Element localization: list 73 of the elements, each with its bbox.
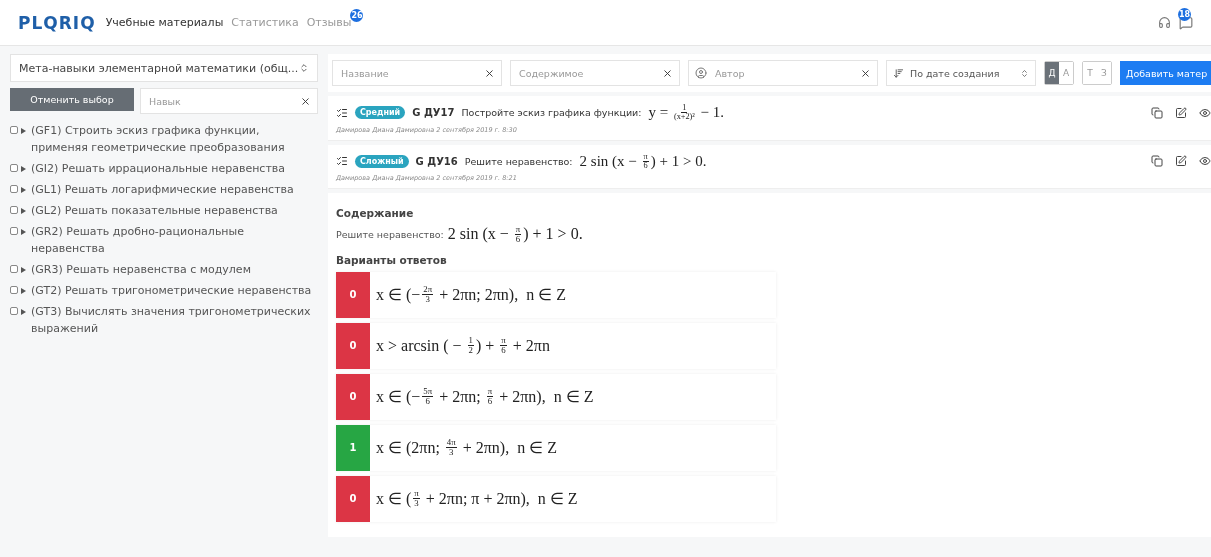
eye-icon[interactable] — [1199, 155, 1211, 168]
count-badge: 18 — [1178, 7, 1191, 21]
clear-selection-button[interactable]: Отменить выбор — [10, 88, 134, 111]
sort-icon — [893, 67, 904, 79]
toggle-button[interactable]: Д — [1045, 62, 1059, 84]
difficulty-badge: Сложный — [355, 154, 409, 168]
clear-icon[interactable] — [662, 67, 673, 79]
logo[interactable]: PLQRIQ — [18, 12, 96, 33]
add-material-button[interactable]: Добавить матер — [1120, 61, 1211, 85]
clear-icon[interactable] — [860, 67, 871, 79]
author-filter-box[interactable]: Автор — [688, 60, 878, 86]
skill-label[interactable]: (GR3) Решать неравенства с модулем — [31, 261, 251, 278]
skill-label[interactable]: (GI2) Решать иррациональные неравенства — [31, 160, 286, 177]
edit-icon[interactable] — [1175, 106, 1187, 119]
content-filter-field[interactable]: Содержимое — [517, 66, 656, 80]
skill-label[interactable]: (GL2) Решать показательные неравенства — [31, 202, 278, 219]
edit-icon[interactable] — [1175, 155, 1187, 168]
skill-label[interactable]: (GF1) Строить эскиз графика функции, применяя геометрические преобразования — [31, 122, 318, 156]
expand-arrow-icon[interactable] — [21, 208, 26, 214]
skill-label[interactable]: (GL1) Решать логарифмические неравенства — [31, 181, 294, 198]
difficulty-badge: Средний — [355, 106, 406, 120]
name-filter-box[interactable]: Название — [332, 60, 502, 86]
checkbox[interactable] — [10, 185, 18, 193]
user-icon — [695, 67, 707, 79]
score-badge: 0 — [336, 475, 370, 522]
checkbox[interactable] — [10, 307, 18, 315]
course-select[interactable]: Мета-навыки элементарной математики (общ... — [10, 54, 318, 82]
skill-search-box[interactable]: Навык — [140, 88, 318, 114]
checkbox[interactable] — [10, 206, 18, 214]
chat-icon[interactable] — [1179, 15, 1193, 30]
checkbox[interactable] — [10, 126, 18, 134]
skill-label[interactable]: (GT2) Решать тригонометрические неравенства — [31, 282, 312, 299]
copy-icon[interactable] — [1151, 106, 1163, 119]
skill-label[interactable]: (GT3) Вычислять значения тригонометрических выражений — [31, 303, 318, 337]
expand-arrow-icon[interactable] — [21, 166, 26, 172]
headset-icon[interactable] — [1158, 16, 1171, 29]
task-code: G ДУ17 — [412, 107, 455, 119]
sort-select[interactable]: По дате создания — [886, 60, 1036, 86]
task-code: G ДУ16 — [415, 155, 458, 167]
expand-arrow-icon[interactable] — [21, 288, 26, 294]
count-badge: 26 — [350, 9, 364, 22]
name-filter-field[interactable]: Название — [339, 66, 478, 80]
eye-icon[interactable] — [1199, 106, 1211, 119]
nav-link[interactable]: Учебные материалы — [105, 16, 224, 29]
checkbox[interactable] — [10, 164, 18, 172]
skill-search-field[interactable]: Навык — [147, 94, 294, 108]
select-arrows-icon[interactable] — [299, 63, 309, 73]
skill-label[interactable]: (GR2) Решать дробно-рациональные неравенства — [31, 223, 318, 257]
expand-arrow-icon[interactable] — [21, 229, 26, 235]
list-icon[interactable] — [336, 155, 348, 168]
expand-arrow-icon[interactable] — [21, 267, 26, 273]
task-text: Решите неравенство: — [464, 155, 573, 167]
score-badge: 0 — [336, 373, 370, 420]
checkbox[interactable] — [10, 265, 18, 273]
task-text: Постройте эскиз графика функции: — [461, 107, 642, 119]
clear-icon[interactable] — [300, 95, 311, 107]
expand-arrow-icon[interactable] — [21, 187, 26, 193]
select-arrows-icon — [1020, 68, 1029, 78]
score-badge: 0 — [336, 271, 370, 318]
section-heading: Варианты ответов — [336, 253, 448, 266]
clear-icon[interactable] — [484, 67, 495, 79]
expand-arrow-icon[interactable] — [21, 309, 26, 315]
copy-icon[interactable] — [1151, 155, 1163, 168]
expand-arrow-icon[interactable] — [21, 128, 26, 134]
score-badge: 1 — [336, 424, 370, 471]
section-heading: Содержание — [336, 207, 415, 219]
content-text: Решите неравенство: — [336, 228, 444, 240]
author-filter-field[interactable]: Автор — [713, 66, 854, 80]
content-filter-box[interactable]: Содержимое — [510, 60, 680, 86]
score-badge: 0 — [336, 322, 370, 369]
checkbox[interactable] — [10, 227, 18, 235]
list-icon[interactable] — [336, 106, 348, 119]
checkbox[interactable] — [10, 286, 18, 294]
